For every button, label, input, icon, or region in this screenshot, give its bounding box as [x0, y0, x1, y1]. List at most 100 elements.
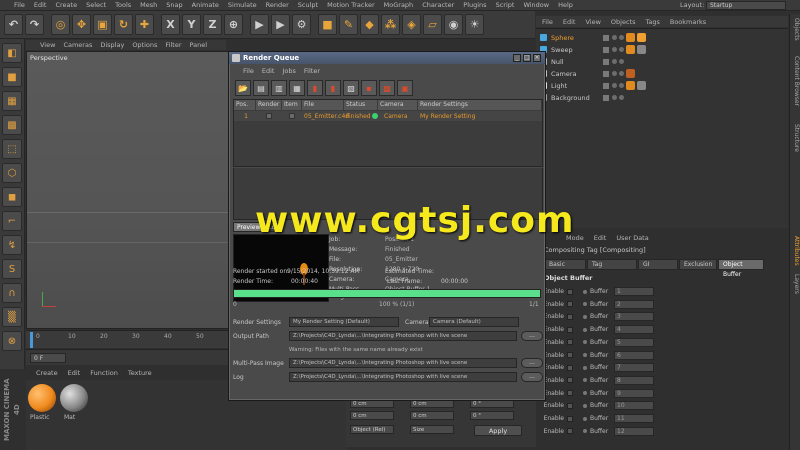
tab-content-browser[interactable]: Content Browser [791, 56, 800, 106]
tab-objects[interactable]: Objects [791, 18, 800, 41]
attribute-menu-user-data[interactable]: User Data [616, 234, 648, 242]
object-menu-view[interactable]: View [585, 18, 600, 26]
menu-item-snap[interactable]: Snap [166, 1, 182, 9]
rot-p-field[interactable]: 0 ° [470, 411, 514, 420]
visibility-dot[interactable] [612, 71, 617, 76]
snap-icon[interactable]: S [2, 259, 22, 279]
workplane-lock-icon[interactable]: ▒ [2, 307, 22, 327]
menu-item-help[interactable]: Help [558, 1, 573, 9]
render-view-icon[interactable]: ▪ [361, 80, 377, 96]
enable-checkbox[interactable] [567, 364, 573, 371]
layer-checkbox[interactable] [603, 82, 609, 89]
z-axis-lock-button[interactable]: Z [203, 14, 222, 35]
rotate-icon[interactable]: ↻ [114, 14, 133, 35]
floor-icon[interactable]: ▱ [423, 14, 442, 35]
scale-icon[interactable]: ▣ [93, 14, 112, 35]
keyframe-dot[interactable] [583, 403, 587, 408]
keyframe-dot[interactable] [583, 314, 587, 319]
keyframe-dot[interactable] [583, 340, 587, 345]
minimize-icon[interactable]: _ [513, 54, 521, 62]
layer-checkbox[interactable] [603, 34, 609, 41]
dialog-titlebar[interactable]: Render Queue _ □ × [229, 52, 545, 64]
object-menu-objects[interactable]: Objects [611, 18, 636, 26]
object-menu-file[interactable]: File [542, 18, 553, 26]
output-browse-button[interactable]: ... [521, 331, 543, 341]
menu-item-mesh[interactable]: Mesh [140, 1, 157, 9]
viewport-menu-filter[interactable]: Filter [165, 41, 181, 49]
visibility-dot[interactable] [612, 47, 617, 52]
buffer-field[interactable]: 2 [614, 299, 654, 309]
layout-select[interactable]: Startup [706, 1, 786, 10]
redo-icon[interactable]: ↷ [25, 14, 44, 35]
stop-render-icon[interactable]: ▮ [325, 80, 341, 96]
add-job-icon[interactable]: ▥ [271, 80, 287, 96]
list-item[interactable]: Camera [536, 68, 788, 79]
keyframe-dot[interactable] [583, 302, 587, 307]
enable-checkbox[interactable] [567, 390, 573, 397]
render-picture-viewer-icon[interactable]: ▶ [271, 14, 290, 35]
list-item[interactable]: Null [536, 56, 788, 67]
live-selection-icon[interactable]: ◎ [51, 14, 70, 35]
remove-job-icon[interactable]: ▦ [289, 80, 305, 96]
subdivision-icon[interactable]: ◆ [360, 14, 379, 35]
layer-checkbox[interactable] [603, 70, 609, 77]
object-menu-tags[interactable]: Tags [645, 18, 659, 26]
keyframe-dot[interactable] [583, 416, 587, 421]
edges-mode-icon[interactable]: ⬡ [2, 163, 22, 183]
col-render[interactable]: Render [256, 100, 282, 110]
col-file[interactable]: File [302, 100, 344, 110]
frame-field[interactable]: 0 F [30, 353, 66, 363]
menu-item-script[interactable]: Script [496, 1, 515, 9]
render-checkbox[interactable] [266, 113, 272, 119]
log-path-field[interactable]: Z:\Projects\C4D_Lynda\...\Integrating Ph… [289, 372, 517, 382]
viewport-menu-view[interactable]: View [40, 41, 55, 49]
visibility-dot[interactable] [612, 59, 617, 64]
save-icon[interactable]: ▤ [253, 80, 269, 96]
tab-layers[interactable]: Layers [791, 274, 800, 294]
material-menu-create[interactable]: Create [36, 369, 58, 377]
multipass-browse-button[interactable]: ... [521, 358, 543, 368]
keyframe-dot[interactable] [583, 378, 587, 383]
col-status[interactable]: Status [344, 100, 378, 110]
coord-mode-select[interactable]: Object (Rel) [350, 425, 394, 434]
enable-checkbox[interactable] [567, 301, 573, 308]
menu-item-sculpt[interactable]: Sculpt [298, 1, 318, 9]
enable-checkbox[interactable] [567, 339, 573, 346]
material-swatch-mat[interactable] [60, 384, 88, 412]
menu-item-animate[interactable]: Animate [192, 1, 219, 9]
target-tag-icon[interactable] [626, 69, 635, 78]
open-file-icon[interactable]: 📂 [235, 80, 251, 96]
keyframe-dot[interactable] [583, 391, 587, 396]
axis-lock-icon[interactable]: ⊗ [2, 331, 22, 351]
buffer-field[interactable]: 9 [614, 388, 654, 398]
y-axis-lock-button[interactable]: Y [182, 14, 201, 35]
size-y-field[interactable]: 0 cm [410, 411, 454, 420]
viewport-menu-cameras[interactable]: Cameras [63, 41, 92, 49]
col-render-settings[interactable]: Render Settings [418, 100, 542, 110]
close-icon[interactable]: × [533, 54, 541, 62]
layer-checkbox[interactable] [603, 94, 609, 101]
playhead[interactable] [30, 332, 33, 348]
material-swatch-plastic[interactable] [28, 384, 56, 412]
keyframe-dot[interactable] [583, 289, 587, 294]
light-icon[interactable]: ☀ [465, 14, 484, 35]
material-tag-icon[interactable] [626, 81, 635, 90]
col-camera[interactable]: Camera [378, 100, 418, 110]
camera-icon[interactable]: ◉ [444, 14, 463, 35]
material-menu-function[interactable]: Function [90, 369, 118, 377]
magnet-icon[interactable]: ∩ [2, 283, 22, 303]
render-dot[interactable] [619, 83, 624, 88]
enable-checkbox[interactable] [567, 415, 573, 422]
tab-gi[interactable]: GI [638, 259, 678, 270]
recent-tools-icon[interactable]: ✚ [135, 14, 154, 35]
menu-item-mograph[interactable]: MoGraph [384, 1, 414, 9]
table-row[interactable]: 1 05_Emitter.c4d Finished Camera My Rend… [234, 111, 542, 121]
tab-tag[interactable]: Tag [587, 259, 637, 270]
menu-item-create[interactable]: Create [55, 1, 77, 9]
viewport-menu-panel[interactable]: Panel [190, 41, 208, 49]
enable-checkbox[interactable] [567, 326, 573, 333]
compositing-tag-icon[interactable] [637, 33, 646, 42]
pen-icon[interactable]: ✎ [339, 14, 358, 35]
enable-checkbox[interactable] [567, 352, 573, 358]
menu-item-simulate[interactable]: Simulate [228, 1, 257, 9]
